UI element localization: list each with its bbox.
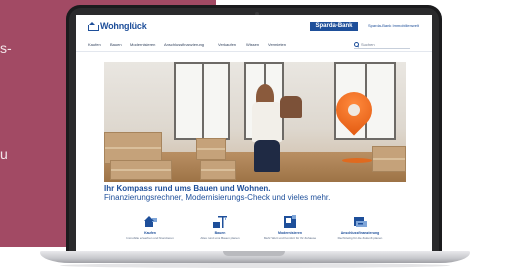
crane-icon (213, 215, 227, 228)
category-kaufen[interactable]: Kaufen Immobilie erwerben und finanziere… (115, 215, 185, 240)
hero-title: Ihr Kompass rund ums Bauen und Wohnen. (104, 184, 271, 193)
house-purchase-icon (143, 215, 157, 228)
nav-item-verkaufen[interactable]: Verkaufen (218, 42, 236, 47)
nav-item-bauen[interactable]: Bauen (110, 42, 122, 47)
person-shirt (252, 102, 282, 142)
category-bauen[interactable]: Bauen Alles rund ums Bauen planen (185, 215, 255, 240)
category-label: Anschlussfinanzierung (340, 231, 380, 235)
location-pin-hole (348, 104, 360, 116)
left-text-fragment: u (0, 146, 8, 162)
search-icon[interactable] (354, 42, 359, 47)
category-description: Alles rund ums Bauen planen (200, 236, 240, 240)
site-header: Wohnglück Sparda-Bank Sparda-Bank Immobi… (76, 15, 432, 37)
nav-item-vermieten[interactable]: Vermieten (268, 42, 286, 47)
hero-subtitle: Finanzierungsrechner, Modernisierungs-Ch… (104, 193, 331, 202)
category-anschlussfinanzierung[interactable]: Anschlussfinanzierung Rechtzeitig für di… (325, 215, 395, 240)
category-label: Modernisieren (278, 231, 302, 235)
category-label: Bauen (214, 231, 226, 235)
category-description: Rechtzeitig für die Zukunft planen (337, 236, 383, 240)
moving-box (110, 160, 172, 180)
moving-box (196, 138, 226, 160)
logo-text: Wohnglück (100, 21, 147, 31)
nav-item-wissen[interactable]: Wissen (246, 42, 259, 47)
laptop-notch (223, 251, 285, 256)
house-logo-icon (88, 22, 99, 31)
hero-image (104, 62, 406, 182)
nav-item-modernisieren[interactable]: Modernisieren (130, 42, 155, 47)
search-placeholder: Suchen (361, 42, 375, 47)
header-link[interactable]: Sparda-Bank Immobilienwelt (368, 23, 419, 28)
location-pin-base (342, 158, 372, 163)
financing-icon (353, 215, 367, 228)
bank-logo-badge[interactable]: Sparda-Bank (310, 22, 358, 31)
moving-box (200, 160, 236, 180)
renovation-icon (283, 215, 297, 228)
person-jeans (254, 140, 280, 172)
window (174, 62, 230, 140)
person-hair (280, 96, 302, 118)
laptop-screen: Wohnglück Sparda-Bank Sparda-Bank Immobi… (76, 15, 432, 251)
laptop-shadow (60, 263, 450, 268)
left-text-fragment: s- (0, 40, 12, 56)
category-description: Immobilie erwerben und finanzieren (126, 236, 174, 240)
main-navigation: Kaufen Bauen Modernisieren Anschlussfina… (76, 41, 432, 52)
site-logo[interactable]: Wohnglück (88, 21, 147, 31)
nav-item-anschlussfinanzierung[interactable]: Anschlussfinanzierung (164, 42, 204, 47)
category-modernisieren[interactable]: Modernisieren Mehr Wert und Komfort für … (255, 215, 325, 240)
moving-box (372, 146, 406, 172)
category-description: Mehr Wert und Komfort für Ihr Zuhause (263, 236, 317, 240)
search-input[interactable]: Suchen (354, 41, 410, 49)
nav-item-kaufen[interactable]: Kaufen (88, 42, 101, 47)
category-label: Kaufen (144, 231, 156, 235)
